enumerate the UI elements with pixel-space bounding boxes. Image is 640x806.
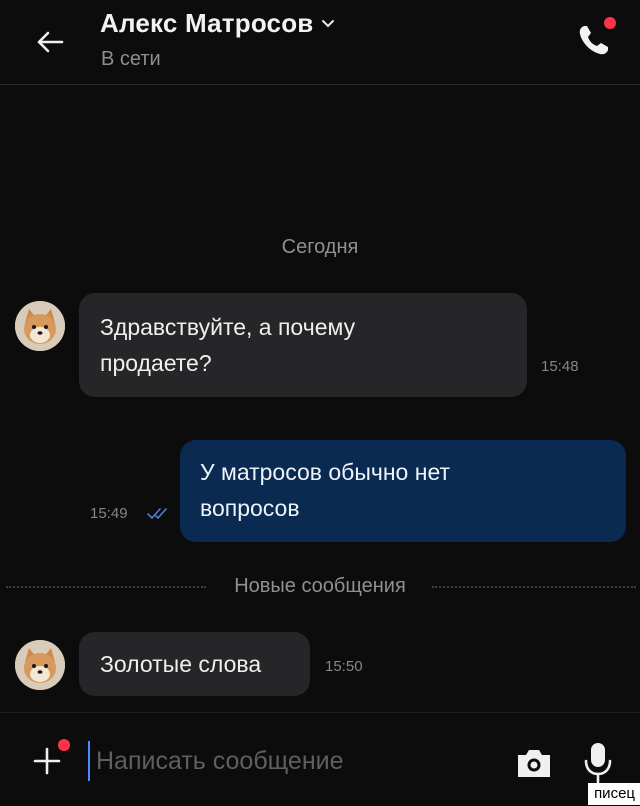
chevron-down-icon xyxy=(321,17,335,31)
message-line: Золотые слова xyxy=(100,651,262,677)
message-bubble-incoming[interactable]: Золотые слова xyxy=(79,632,310,696)
microphone-icon xyxy=(584,743,612,784)
message-time: 15:48 xyxy=(541,358,579,375)
call-button[interactable] xyxy=(570,14,620,64)
contact-avatar[interactable] xyxy=(15,301,65,351)
camera-button[interactable] xyxy=(514,743,554,783)
shiba-avatar-icon xyxy=(15,640,65,690)
new-messages-divider: Новые сообщения xyxy=(0,572,640,602)
arrow-left-icon xyxy=(37,31,64,53)
chat-header: Алекс Матросов В сети xyxy=(0,0,640,85)
message-text: Здравствуйте, а почему продаете? xyxy=(100,309,355,381)
shiba-avatar-icon xyxy=(15,301,65,351)
message-time: 15:49 xyxy=(90,505,128,522)
message-line: продаете? xyxy=(100,350,212,376)
message-input[interactable] xyxy=(88,741,486,781)
attach-button[interactable] xyxy=(28,739,70,781)
message-text: У матросов обычно нет вопросов xyxy=(200,454,450,526)
message-bubble-outgoing[interactable]: У матросов обычно нет вопросов xyxy=(180,440,626,542)
back-button[interactable] xyxy=(30,22,70,62)
watermark: писец xyxy=(588,783,640,805)
message-line: вопросов xyxy=(200,495,300,521)
message-text: Золотые слова xyxy=(100,646,261,682)
message-time: 15:50 xyxy=(325,658,363,675)
date-divider: Сегодня xyxy=(281,236,359,258)
online-status: В сети xyxy=(101,48,161,70)
notification-dot xyxy=(58,739,70,751)
contact-avatar[interactable] xyxy=(15,640,65,690)
message-line: Здравствуйте, а почему xyxy=(100,314,356,340)
message-composer xyxy=(0,712,640,806)
camera-icon xyxy=(518,750,550,777)
contact-name: Алекс Матросов xyxy=(100,8,314,38)
message-line: У матросов обычно нет xyxy=(200,459,451,485)
double-check-icon xyxy=(147,508,167,520)
notification-dot xyxy=(604,17,616,29)
new-messages-label: Новые сообщения xyxy=(234,575,406,597)
message-bubble-incoming[interactable]: Здравствуйте, а почему продаете? xyxy=(79,293,527,397)
contact-name-button[interactable]: Алекс Матросов xyxy=(100,8,335,39)
microphone-button[interactable] xyxy=(580,739,616,787)
